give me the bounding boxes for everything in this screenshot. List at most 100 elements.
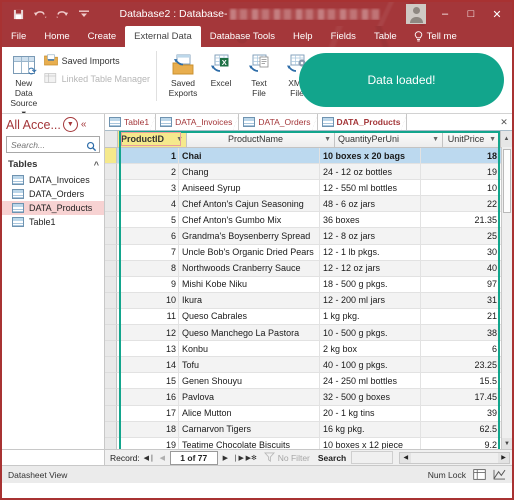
select-all-corner[interactable] bbox=[105, 131, 118, 147]
cell-productid[interactable]: 9 bbox=[117, 276, 179, 293]
cell-unitprice[interactable]: 6 bbox=[421, 341, 501, 358]
row-selector[interactable] bbox=[105, 244, 117, 261]
tab-file[interactable]: File bbox=[2, 26, 35, 47]
chevron-down-icon[interactable]: ▼ bbox=[489, 136, 496, 143]
cell-productid[interactable]: 19 bbox=[117, 437, 179, 449]
cell-productid[interactable]: 18 bbox=[117, 421, 179, 438]
cell-unitprice[interactable]: 97 bbox=[421, 277, 501, 293]
cell-unitprice[interactable]: 10 bbox=[421, 180, 501, 197]
cell-productid[interactable]: 7 bbox=[117, 244, 179, 261]
cell-unitprice[interactable]: 22 bbox=[421, 196, 501, 213]
cell-quantityperunit[interactable]: 12 - 8 oz jars bbox=[320, 228, 421, 245]
chevron-down-icon[interactable]: ▼ bbox=[324, 136, 331, 143]
cell-unitprice[interactable]: 31 bbox=[421, 293, 501, 309]
cell-productid[interactable]: 12 bbox=[117, 325, 179, 342]
tab-table[interactable]: Table bbox=[365, 26, 406, 47]
cell-unitprice[interactable]: 25 bbox=[421, 228, 501, 245]
row-selector[interactable] bbox=[105, 164, 117, 181]
cell-quantityperunit[interactable]: 24 - 12 oz bottles bbox=[320, 164, 421, 181]
row-selector[interactable] bbox=[105, 373, 117, 390]
cell-unitprice[interactable]: 19 bbox=[421, 164, 501, 181]
cell-productname[interactable]: Carnarvon Tigers bbox=[179, 421, 320, 438]
save-icon[interactable] bbox=[8, 4, 28, 24]
cell-productid[interactable]: 10 bbox=[117, 292, 179, 309]
row-selector[interactable] bbox=[105, 212, 117, 229]
cell-quantityperunit[interactable]: 12 - 550 ml bottles bbox=[320, 180, 421, 197]
scrollbar-thumb[interactable] bbox=[503, 149, 511, 213]
undo-icon[interactable] bbox=[30, 4, 50, 24]
cell-quantityperunit[interactable]: 2 kg box bbox=[320, 341, 421, 358]
record-search[interactable]: Search bbox=[318, 451, 394, 464]
cell-quantityperunit[interactable]: 12 - 200 ml jars bbox=[320, 292, 421, 309]
horizontal-scrollbar[interactable]: ◀ ▶ bbox=[399, 451, 510, 464]
table-row[interactable]: 10 Ikura 12 - 200 ml jars 31 bbox=[105, 292, 512, 309]
column-header-productid[interactable]: ProductID ▼ bbox=[118, 131, 187, 147]
cell-productid[interactable]: 13 bbox=[117, 341, 179, 358]
cell-quantityperunit[interactable]: 12 - 1 lb pkgs. bbox=[320, 244, 421, 261]
cell-quantityperunit[interactable]: 40 - 100 g pkgs. bbox=[320, 357, 421, 374]
record-search-input[interactable] bbox=[351, 451, 394, 464]
tab-create[interactable]: Create bbox=[79, 26, 126, 47]
cell-productname[interactable]: Aniseed Syrup bbox=[179, 180, 320, 197]
cell-productname[interactable]: Queso Manchego La Pastora bbox=[179, 325, 320, 342]
cell-unitprice[interactable]: 62.5 bbox=[421, 422, 501, 438]
chevron-up-icon[interactable]: ^ bbox=[94, 160, 99, 170]
tab-help[interactable]: Help bbox=[284, 26, 322, 47]
collapse-pane-icon[interactable]: « bbox=[81, 119, 87, 130]
column-header-productname[interactable]: ProductName ▼ bbox=[187, 131, 335, 147]
nav-pane-header[interactable]: All Acce... ▼ « bbox=[2, 114, 104, 136]
cell-productname[interactable]: Chai bbox=[179, 148, 320, 165]
cell-productname[interactable]: Ikura bbox=[179, 292, 320, 309]
row-selector[interactable] bbox=[105, 357, 117, 374]
cell-productname[interactable]: Teatime Chocolate Biscuits bbox=[179, 437, 320, 449]
cell-unitprice[interactable]: 40 bbox=[421, 261, 501, 277]
row-selector[interactable] bbox=[105, 325, 117, 342]
table-row[interactable]: 18 Carnarvon Tigers 16 kg pkg. 62.5 bbox=[105, 421, 512, 438]
cell-productname[interactable]: Mishi Kobe Niku bbox=[179, 276, 320, 293]
cell-unitprice[interactable]: 15.5 bbox=[421, 373, 501, 390]
cell-unitprice[interactable]: 21.35 bbox=[421, 212, 501, 229]
table-row[interactable]: 5 Chef Anton's Gumbo Mix 36 boxes 21.35 bbox=[105, 212, 512, 229]
cell-productid[interactable]: 16 bbox=[117, 389, 179, 406]
column-header-quantityperunit[interactable]: QuantityPerUni ▼ bbox=[335, 131, 443, 147]
row-selector[interactable] bbox=[105, 228, 117, 245]
cell-productid[interactable]: 6 bbox=[117, 228, 179, 245]
first-record-button[interactable]: ◀❘ bbox=[143, 454, 156, 462]
table-row[interactable]: 17 Alice Mutton 20 - 1 kg tins 39 bbox=[105, 405, 512, 422]
tab-fields[interactable]: Fields bbox=[322, 26, 365, 47]
maximize-button[interactable]: □ bbox=[458, 2, 484, 26]
doc-tab-table1[interactable]: Table1 bbox=[105, 114, 157, 130]
cell-productname[interactable]: Tofu bbox=[179, 357, 320, 374]
cell-productname[interactable]: Chef Anton's Gumbo Mix bbox=[179, 212, 320, 229]
cell-quantityperunit[interactable]: 16 kg pkg. bbox=[320, 421, 421, 438]
table-row[interactable]: 13 Konbu 2 kg box 6 bbox=[105, 341, 512, 358]
record-position[interactable]: 1 of 77 bbox=[169, 450, 218, 465]
close-document-icon[interactable]: ✕ bbox=[496, 114, 512, 130]
cell-productname[interactable]: Northwoods Cranberry Sauce bbox=[179, 260, 320, 277]
cell-quantityperunit[interactable]: 10 boxes x 12 piece bbox=[320, 437, 421, 449]
row-selector[interactable] bbox=[105, 276, 117, 293]
row-selector[interactable] bbox=[105, 405, 117, 422]
datasheet-view-icon[interactable] bbox=[472, 469, 486, 481]
row-selector[interactable] bbox=[105, 260, 117, 277]
cell-unitprice[interactable]: 17.45 bbox=[421, 389, 501, 406]
cell-quantityperunit[interactable]: 20 - 1 kg tins bbox=[320, 405, 421, 422]
table-row[interactable]: 19 Teatime Chocolate Biscuits 10 boxes x 1… bbox=[105, 437, 512, 449]
cell-unitprice[interactable]: 30 bbox=[421, 245, 501, 261]
row-selector[interactable] bbox=[105, 437, 117, 449]
export-excel-button[interactable]: X Excel bbox=[203, 50, 239, 88]
scroll-up-arrow[interactable]: ▲ bbox=[500, 131, 512, 147]
table-row[interactable]: 11 Queso Cabrales 1 kg pkg. 21 bbox=[105, 308, 512, 326]
nav-group-tables[interactable]: Tables ^ bbox=[2, 157, 104, 173]
cell-productname[interactable]: Queso Cabrales bbox=[179, 308, 320, 326]
last-record-button[interactable]: ❘▶ bbox=[232, 454, 245, 462]
avatar[interactable] bbox=[406, 4, 426, 24]
row-selector[interactable] bbox=[105, 292, 117, 309]
table-row[interactable]: 6 Grandma's Boysenberry Spread 12 - 8 oz j… bbox=[105, 228, 512, 245]
cell-productname[interactable]: Alice Mutton bbox=[179, 405, 320, 422]
horizontal-scroll-track[interactable] bbox=[411, 453, 498, 463]
cell-productid[interactable]: 17 bbox=[117, 405, 179, 422]
cell-productname[interactable]: Chang bbox=[179, 164, 320, 181]
cell-quantityperunit[interactable]: 1 kg pkg. bbox=[320, 308, 421, 326]
cell-productname[interactable]: Genen Shouyu bbox=[179, 373, 320, 390]
